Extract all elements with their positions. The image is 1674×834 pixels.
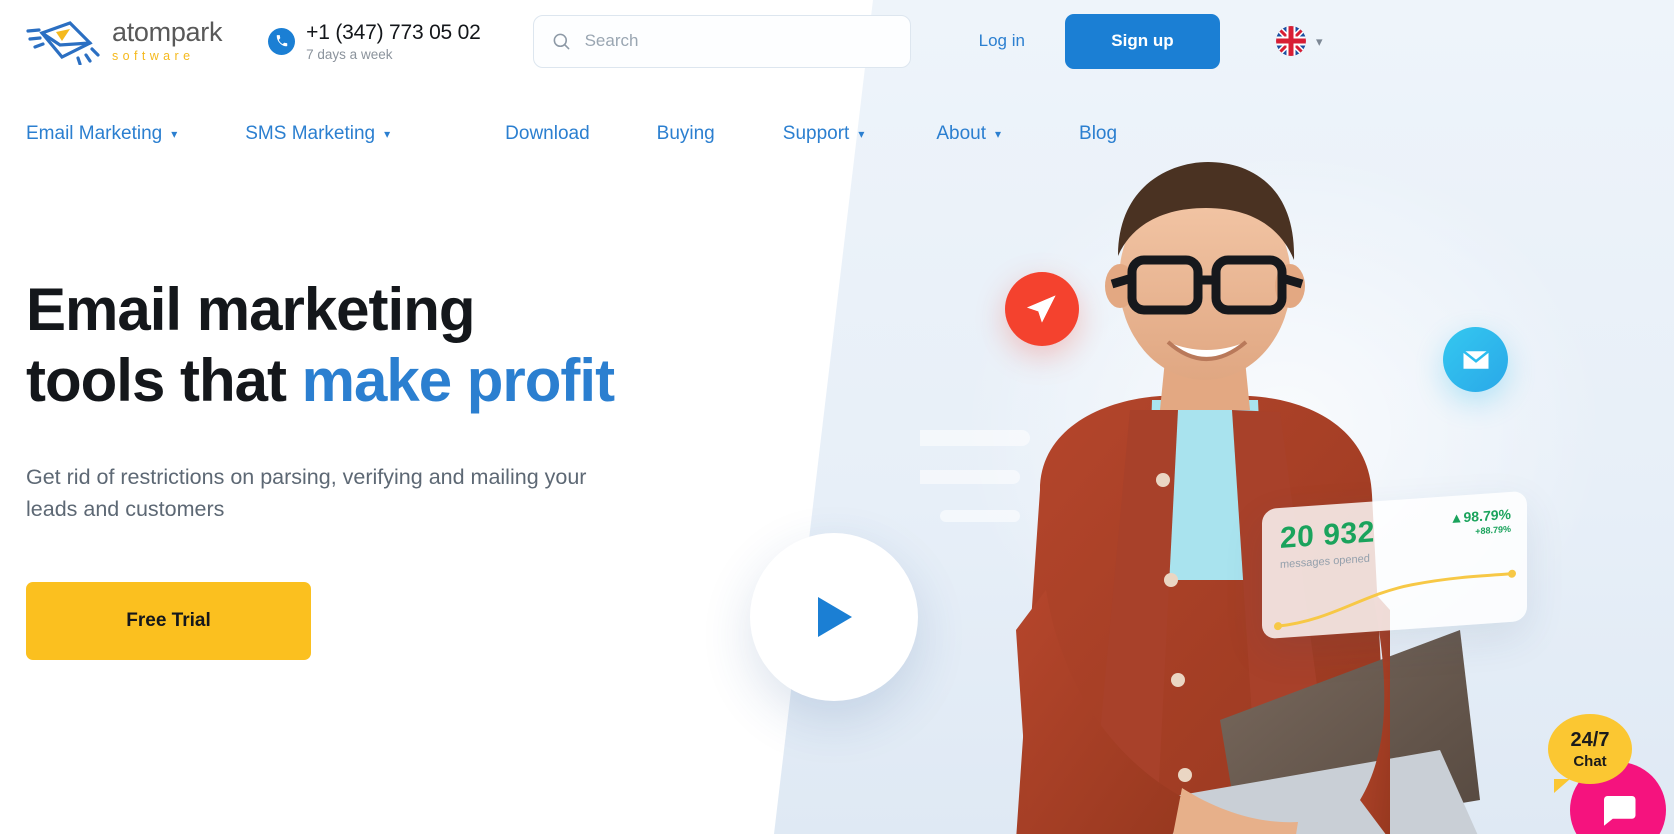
nav-label: Buying [656, 123, 715, 144]
nav-label: Support [782, 123, 850, 144]
chat-hours-label: 24/7 [1570, 728, 1610, 751]
envelope-icon[interactable] [1443, 327, 1508, 392]
nav-item-support[interactable]: Support ▾ [783, 123, 865, 145]
signup-button[interactable]: Sign up [1064, 13, 1220, 69]
nav-item-buying[interactable]: Buying [657, 123, 715, 145]
login-link[interactable]: Log in [979, 31, 1025, 51]
language-selector[interactable]: ▾ [1275, 26, 1323, 56]
hero-person-photo [920, 162, 1480, 834]
page-title: Email marketing tools that make profit [26, 275, 615, 417]
hero-content: Email marketing tools that make profit G… [26, 0, 615, 660]
chevron-down-icon: ▾ [858, 127, 865, 141]
chat-tooltip-bubble[interactable]: 24/7 Chat [1548, 714, 1632, 793]
play-video-button[interactable] [750, 533, 918, 701]
nav-label: About [936, 123, 986, 144]
uk-flag-icon [1275, 26, 1306, 56]
headline-line-1: Email marketing [26, 276, 476, 343]
landing-page: atompark software +1 (347) 773 05 02 7 d… [0, 0, 1674, 834]
chevron-down-icon: ▾ [995, 127, 1002, 141]
nav-item-blog[interactable]: Blog [1079, 123, 1117, 145]
chevron-down-icon: ▾ [1315, 33, 1323, 49]
nav-label: Blog [1079, 123, 1118, 144]
search-input[interactable] [584, 31, 892, 51]
chat-bubble-icon [1604, 796, 1636, 826]
chat-label: Chat [1573, 752, 1607, 770]
play-icon [818, 597, 852, 637]
headline-line-2: tools that [26, 346, 302, 414]
headline-accent: make profit [301, 346, 615, 414]
hero-subtitle: Get rid of restrictions on parsing, veri… [26, 464, 587, 522]
send-paper-plane-icon[interactable] [1005, 272, 1079, 346]
free-trial-button[interactable]: Free Trial [26, 581, 311, 660]
sparkline-chart [1274, 569, 1516, 631]
nav-item-about[interactable]: About ▾ [936, 123, 1001, 145]
trend-up-icon: ▲ [1449, 509, 1464, 527]
stats-overlay-card: 20 932 messages opened ▲98.79% +88.79% [1262, 490, 1527, 640]
